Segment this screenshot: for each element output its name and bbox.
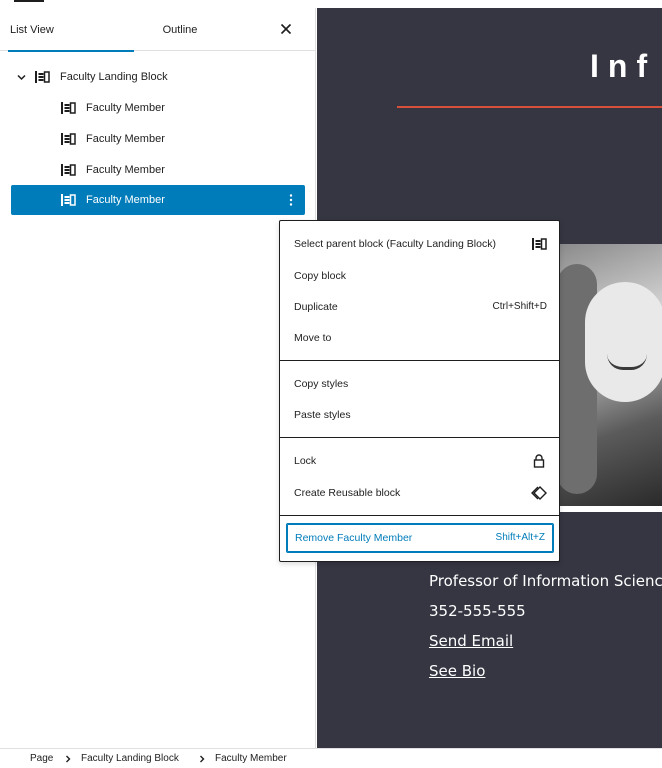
breadcrumb-faculty-landing-block[interactable]: Faculty Landing Block bbox=[81, 753, 179, 764]
block-options-menu: Select parent block (Faculty Landing Blo… bbox=[279, 220, 560, 562]
shortcut-label: Shift+Alt+Z bbox=[495, 532, 545, 543]
page-heading: Inf bbox=[590, 48, 657, 84]
lock-item[interactable]: Lock bbox=[280, 446, 559, 476]
list-view-sidebar: List View Outline Faculty Landing Block bbox=[0, 8, 316, 748]
tree-item-faculty-member-selected[interactable]: Faculty Member bbox=[11, 185, 305, 215]
menu-item-label: Duplicate bbox=[294, 301, 338, 313]
block-tree: Faculty Landing Block Faculty Member Fac… bbox=[0, 62, 316, 215]
reusable-block-icon bbox=[531, 486, 547, 500]
photo-face-shape bbox=[585, 282, 662, 402]
menu-separator bbox=[280, 515, 559, 516]
menu-item-label: Select parent block (Faculty Landing Blo… bbox=[294, 238, 496, 250]
block-icon bbox=[61, 133, 76, 145]
faculty-title: Professor of Information Science bbox=[429, 572, 662, 590]
block-icon bbox=[61, 194, 76, 206]
copy-styles-item[interactable]: Copy styles bbox=[280, 369, 559, 399]
chevron-right-icon bbox=[66, 755, 71, 763]
tree-item-faculty-member[interactable]: Faculty Member bbox=[0, 155, 316, 186]
move-to-item[interactable]: Move to bbox=[280, 323, 559, 353]
tree-item-label: Faculty Member bbox=[86, 102, 165, 114]
paste-styles-item[interactable]: Paste styles bbox=[280, 400, 559, 430]
remove-block-item[interactable]: Remove Faculty Member Shift+Alt+Z bbox=[286, 523, 554, 553]
chevron-down-icon[interactable] bbox=[16, 72, 27, 83]
send-email-link[interactable]: Send Email bbox=[429, 632, 513, 650]
select-parent-block-item[interactable]: Select parent block (Faculty Landing Blo… bbox=[280, 229, 559, 259]
see-bio-link[interactable]: See Bio bbox=[429, 662, 485, 680]
copy-block-item[interactable]: Copy block bbox=[280, 261, 559, 291]
menu-separator bbox=[280, 437, 559, 438]
chevron-right-icon bbox=[200, 755, 205, 763]
tree-item-faculty-member[interactable]: Faculty Member bbox=[0, 124, 316, 155]
top-strip bbox=[0, 0, 662, 8]
faculty-photo bbox=[557, 244, 662, 506]
heading-underline bbox=[397, 106, 662, 108]
menu-item-label: Lock bbox=[294, 455, 317, 467]
menu-item-label: Create Reusable block bbox=[294, 487, 401, 499]
top-strip-mark bbox=[14, 0, 44, 2]
block-icon bbox=[532, 238, 547, 250]
tree-item-faculty-landing-block[interactable]: Faculty Landing Block bbox=[0, 62, 316, 93]
shortcut-label: Ctrl+Shift+D bbox=[492, 301, 547, 312]
tab-list-view[interactable]: List View bbox=[8, 8, 134, 52]
menu-separator bbox=[280, 360, 559, 361]
sidebar-tabs: List View Outline bbox=[0, 8, 315, 52]
more-options-icon[interactable] bbox=[285, 193, 297, 207]
block-icon bbox=[61, 102, 76, 114]
duplicate-item[interactable]: Duplicate Ctrl+Shift+D bbox=[280, 292, 559, 322]
block-icon bbox=[61, 164, 76, 176]
tree-item-label: Faculty Member bbox=[86, 164, 165, 176]
lock-icon bbox=[533, 454, 545, 468]
tree-item-label: Faculty Landing Block bbox=[60, 71, 168, 83]
block-breadcrumb: Page Faculty Landing Block Faculty Membe… bbox=[0, 748, 662, 768]
breadcrumb-page[interactable]: Page bbox=[30, 753, 53, 764]
close-icon[interactable] bbox=[277, 20, 295, 38]
block-icon bbox=[35, 71, 50, 83]
tree-item-label: Faculty Member bbox=[86, 133, 165, 145]
tab-outline[interactable]: Outline bbox=[134, 8, 226, 51]
faculty-phone: 352-555-555 bbox=[429, 602, 526, 620]
tree-item-label: Faculty Member bbox=[86, 194, 165, 206]
breadcrumb-faculty-member: Faculty Member bbox=[215, 753, 287, 764]
tree-item-faculty-member[interactable]: Faculty Member bbox=[0, 93, 316, 124]
menu-item-label: Remove Faculty Member bbox=[295, 532, 413, 544]
create-reusable-block-item[interactable]: Create Reusable block bbox=[280, 478, 559, 508]
